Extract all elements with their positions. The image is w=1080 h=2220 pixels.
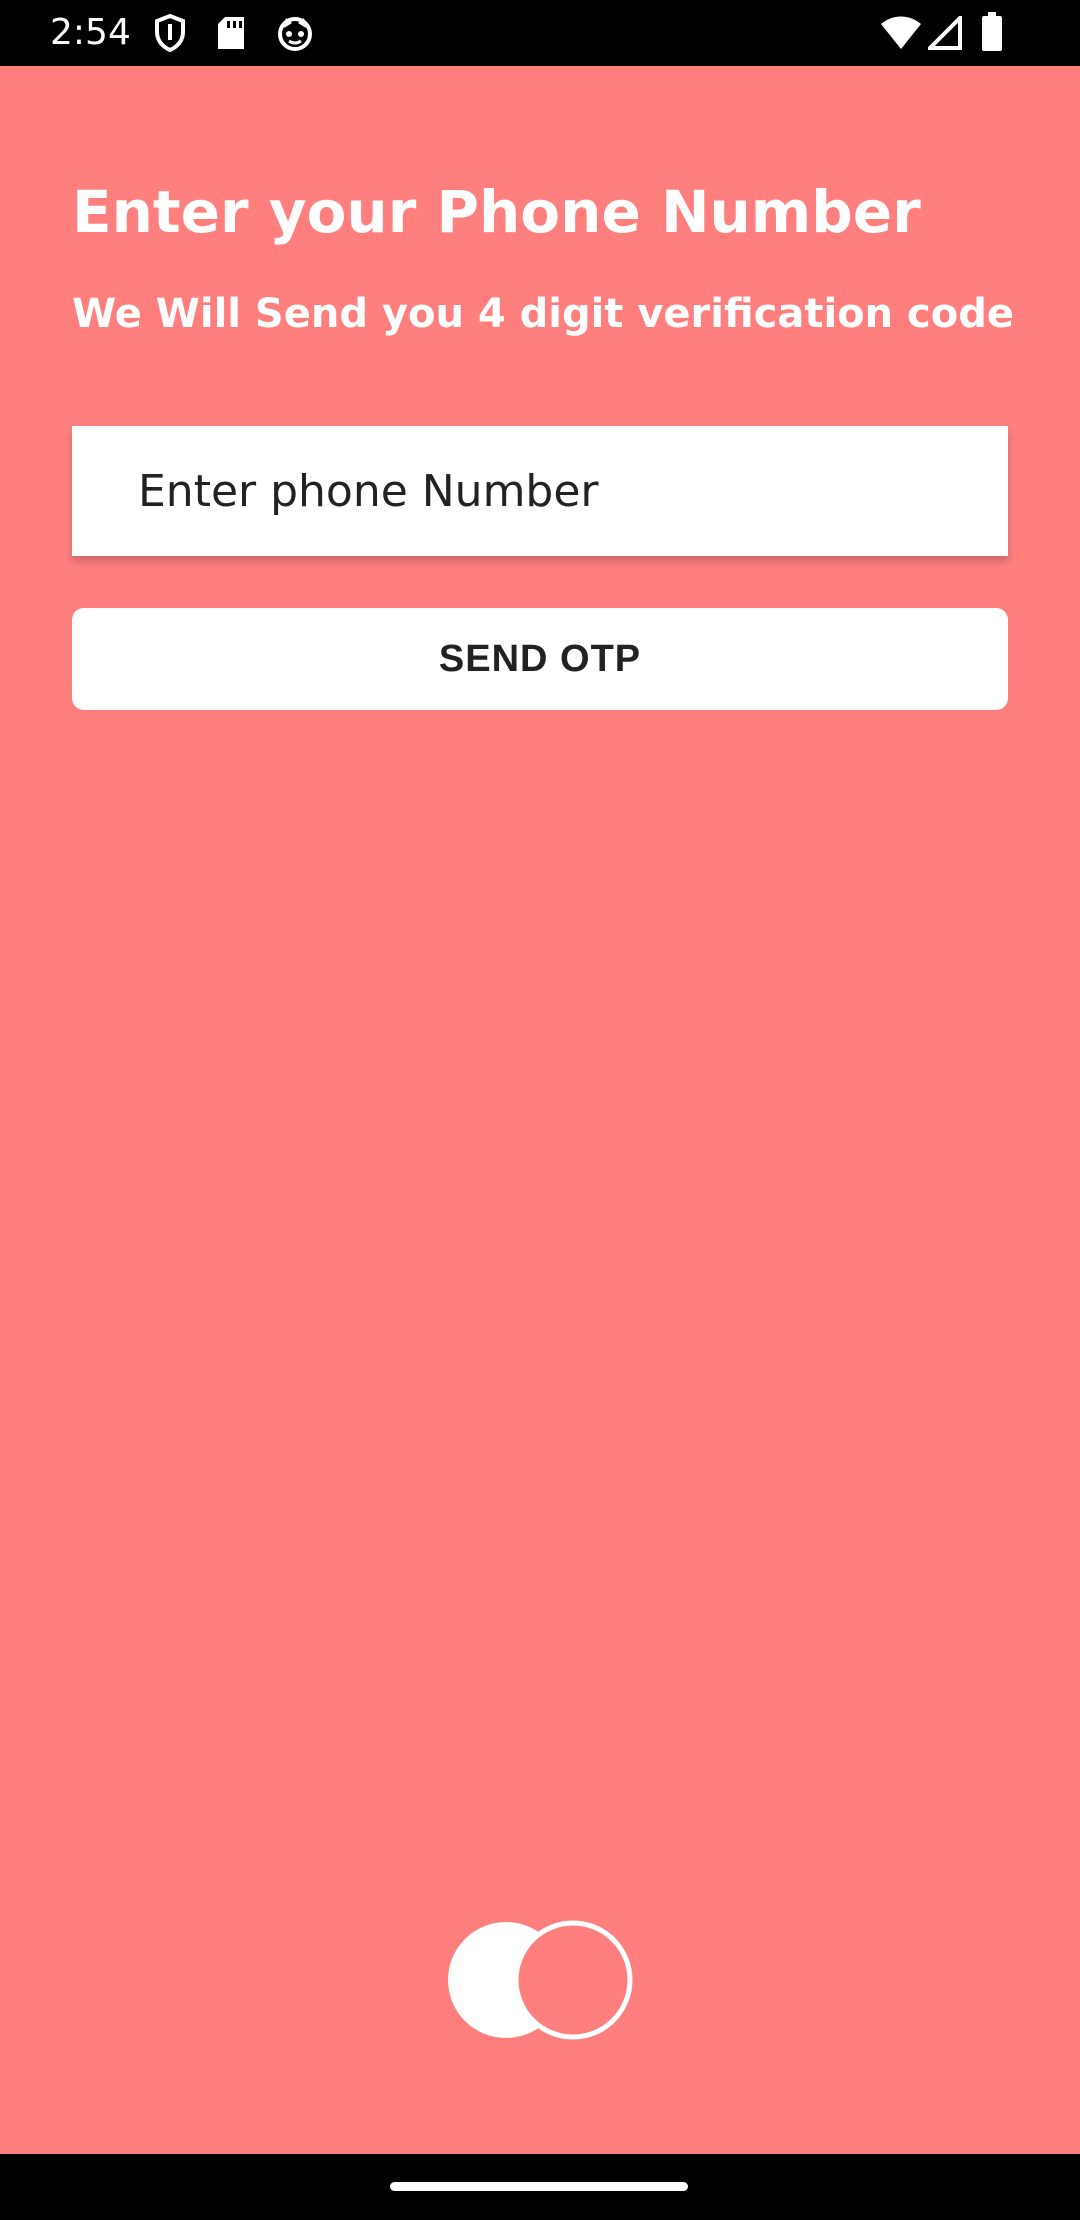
phone-number-input[interactable] bbox=[72, 426, 1008, 556]
toggle-icon bbox=[448, 1920, 633, 2040]
cat-face-icon bbox=[278, 17, 312, 51]
wifi-icon bbox=[881, 16, 921, 49]
page-subtitle: We Will Send you 4 digit verification co… bbox=[72, 291, 1015, 337]
home-gesture-handle[interactable] bbox=[390, 2182, 688, 2191]
status-time: 2:54 bbox=[50, 12, 131, 53]
sd-card-icon bbox=[218, 17, 244, 49]
battery-icon bbox=[982, 12, 1002, 51]
send-otp-button[interactable]: SEND OTP bbox=[72, 608, 1008, 710]
navigation-bar bbox=[0, 2154, 1080, 2220]
signal-icon bbox=[928, 16, 962, 50]
status-bar: 2:54 bbox=[0, 0, 1080, 66]
shield-icon bbox=[155, 14, 185, 52]
page-title: Enter your Phone Number bbox=[72, 178, 921, 246]
otp-screen: 2:54 Enter your Phone Number We Will Sen… bbox=[0, 0, 1080, 2220]
